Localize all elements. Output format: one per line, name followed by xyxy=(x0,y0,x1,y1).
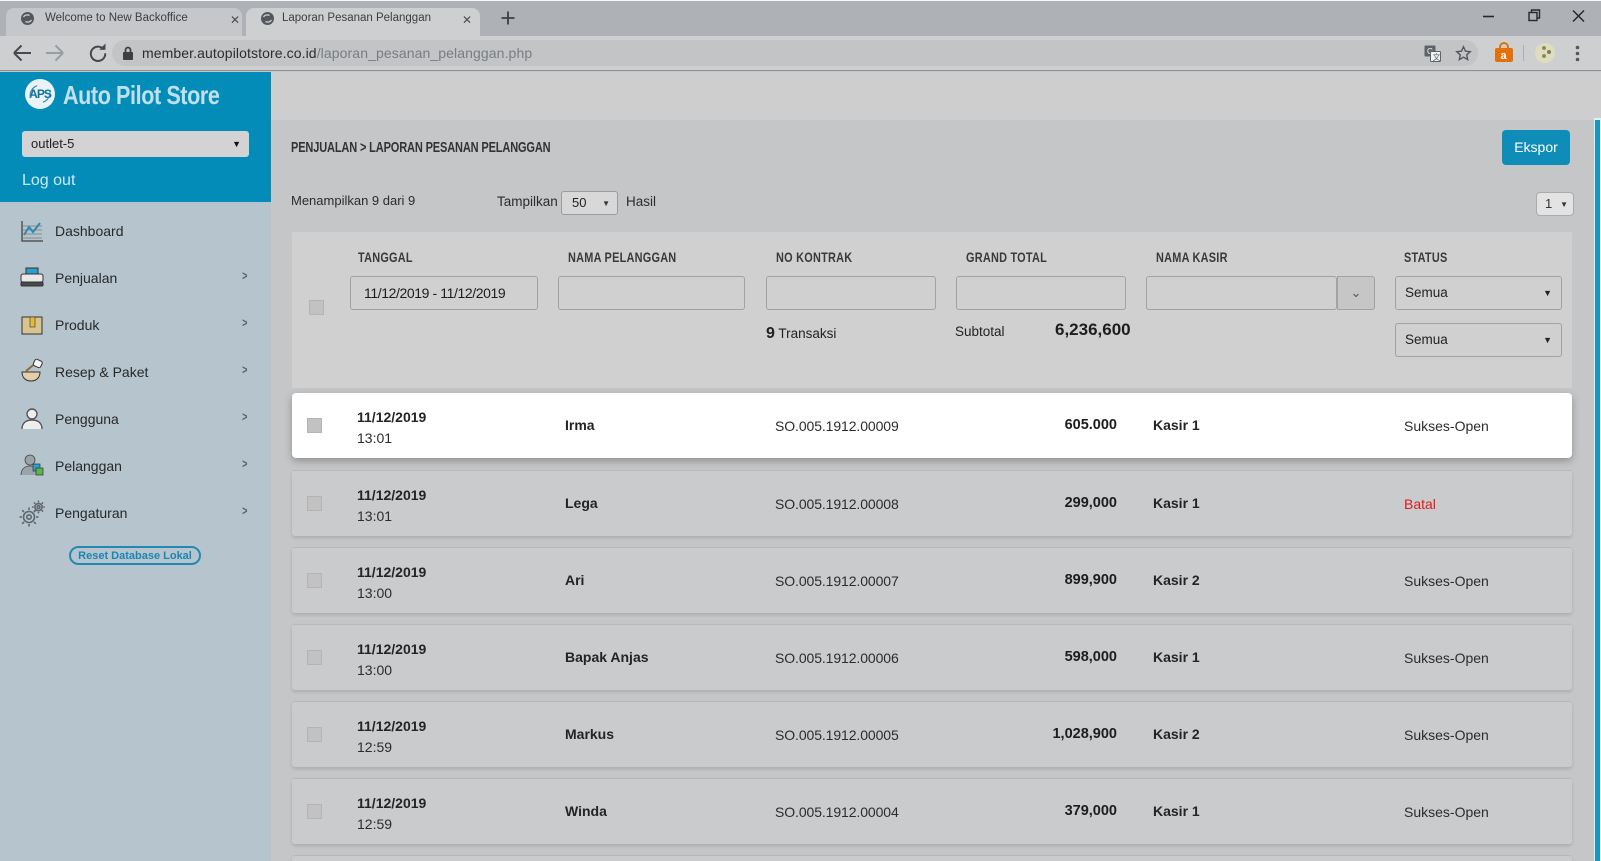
svg-text:a: a xyxy=(1501,50,1508,62)
svg-text:文: 文 xyxy=(1433,52,1441,62)
